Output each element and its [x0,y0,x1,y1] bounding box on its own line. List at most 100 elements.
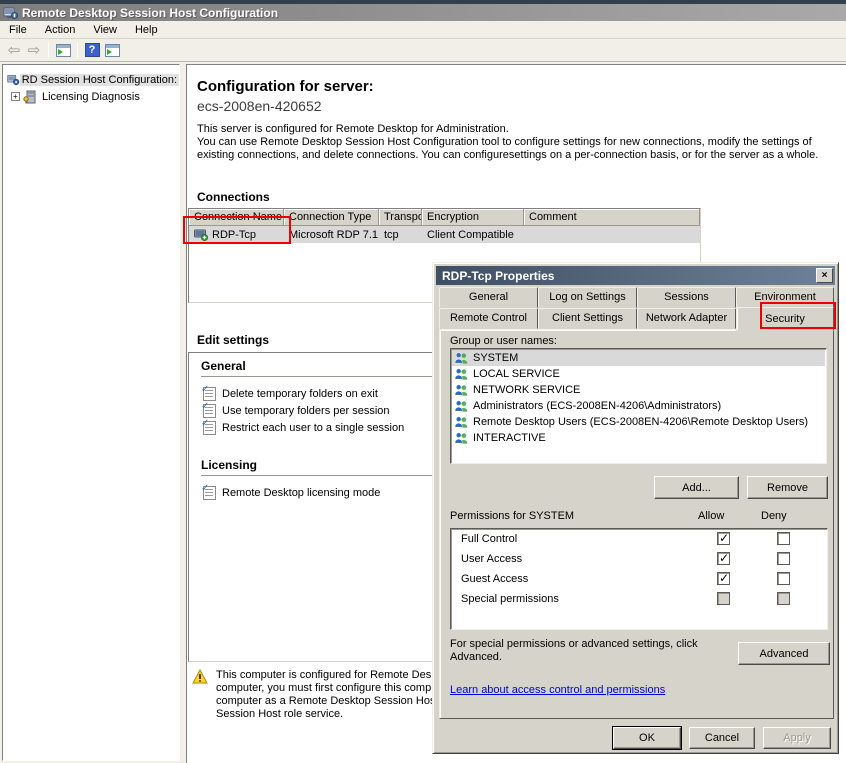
users-icon [454,399,469,413]
tab-security[interactable]: Security [736,307,834,331]
console-tree: RD Session Host Configuration: + Licensi… [2,64,180,761]
rdp-connection-icon [194,229,209,241]
warning-text: This computer is configured for Remote D… [216,669,432,721]
edit-settings-heading: Edit settings [197,333,269,347]
console-tree-icon[interactable] [53,41,73,60]
back-icon[interactable]: ⇦ [4,41,24,59]
connection-name-cell: RDP-Tcp [189,229,284,241]
learn-link[interactable]: Learn about access control and permissio… [450,684,665,696]
col-connection-name[interactable]: Connection Name [189,209,284,226]
console-root-icon [7,73,20,87]
toolbar: ⇦ ⇨ ? [0,39,846,62]
remove-button[interactable]: Remove [747,476,828,499]
tab-sessions[interactable]: Sessions [637,287,736,308]
group-names-list[interactable]: SYSTEM LOCAL SERVICE NETWORK SERVICE Adm… [450,348,827,464]
permission-row-user-access: User Access [451,549,827,569]
licensing-diagnosis-icon [23,90,37,104]
permission-row-special-permissions: Special permissions [451,589,827,609]
page-title: Configuration for server: [197,78,374,95]
group-item-remote-desktop-users[interactable]: Remote Desktop Users (ECS-2008EN-4206\Re… [452,414,825,430]
col-comment[interactable]: Comment [524,209,700,226]
menu-view[interactable]: View [84,22,126,38]
allow-checkbox-user-access[interactable] [717,552,730,565]
group-item-system[interactable]: SYSTEM [452,350,825,366]
users-icon [454,415,469,429]
group-item-local-service[interactable]: LOCAL SERVICE [452,366,825,382]
menu-file[interactable]: File [0,22,36,38]
allow-checkbox-guest-access[interactable] [717,572,730,585]
group-item-administrators[interactable]: Administrators (ECS-2008EN-4206\Administ… [452,398,825,414]
server-description: This server is configured for Remote Des… [197,123,818,162]
export-list-icon[interactable] [102,41,122,60]
users-icon [454,431,469,445]
setting-icon [203,387,216,401]
toolbar-separator [77,42,78,58]
menu-action[interactable]: Action [36,22,85,38]
deny-column-label: Deny [761,510,787,522]
col-transport[interactable]: Transport [379,209,422,226]
rdp-tcp-properties-dialog: RDP-Tcp Properties × General Log on Sett… [432,262,839,754]
tree-item-label: RD Session Host Configuration: [20,74,179,86]
users-icon [454,367,469,381]
connection-type-cell: Microsoft RDP 7.1 [284,229,379,241]
server-name: ecs-2008en-420652 [197,98,322,114]
connections-heading: Connections [197,190,270,204]
tab-network-adapter[interactable]: Network Adapter [637,308,736,329]
group-item-interactive[interactable]: INTERACTIVE [452,430,825,446]
setting-icon [203,404,216,418]
users-icon [454,383,469,397]
app-icon [3,6,18,20]
dialog-titlebar: RDP-Tcp Properties × [436,266,835,285]
group-names-label: Group or user names: [450,335,557,347]
tab-logon-settings[interactable]: Log on Settings [538,287,637,308]
dialog-title: RDP-Tcp Properties [442,269,816,283]
add-button[interactable]: Add... [654,476,739,499]
deny-checkbox-special-permissions [777,592,790,605]
allow-checkbox-special-permissions [717,592,730,605]
connections-header-row: Connection Name Connection Type Transpor… [189,209,700,226]
col-encryption[interactable]: Encryption [422,209,524,226]
menu-bar: File Action View Help [0,21,846,39]
help-icon[interactable]: ? [82,41,102,60]
deny-checkbox-full-control[interactable] [777,532,790,545]
permission-row-guest-access: Guest Access [451,569,827,589]
cancel-button[interactable]: Cancel [689,727,755,749]
deny-checkbox-guest-access[interactable] [777,572,790,585]
allow-column-label: Allow [698,510,724,522]
menu-help[interactable]: Help [126,22,167,38]
tree-item-licensing-diagnosis[interactable]: + Licensing Diagnosis [3,88,179,105]
advanced-button[interactable]: Advanced [738,642,830,665]
forward-icon[interactable]: ⇨ [24,41,44,59]
encryption-cell: Client Compatible [422,229,524,241]
users-icon [454,351,469,365]
tab-remote-control[interactable]: Remote Control [439,308,538,329]
tree-expander-icon[interactable]: + [11,92,20,101]
security-tab-panel: Group or user names: SYSTEM LOCAL SERVIC… [439,329,834,719]
permissions-list[interactable]: Full Control User Access Guest Access Sp… [450,528,828,630]
warning-note: This computer is configured for Remote D… [192,669,432,721]
close-icon[interactable]: × [816,268,833,283]
toolbar-separator [48,42,49,58]
connection-row-rdp-tcp[interactable]: RDP-Tcp Microsoft RDP 7.1 tcp Client Com… [189,226,700,243]
col-connection-type[interactable]: Connection Type [284,209,379,226]
setting-icon [203,421,216,435]
tree-item-label: Licensing Diagnosis [40,91,142,103]
tab-client-settings[interactable]: Client Settings [538,308,637,329]
setting-icon [203,486,216,500]
deny-checkbox-user-access[interactable] [777,552,790,565]
allow-checkbox-full-control[interactable] [717,532,730,545]
advanced-note: For special permissions or advanced sett… [450,638,698,664]
group-item-network-service[interactable]: NETWORK SERVICE [452,382,825,398]
permission-row-full-control: Full Control [451,529,827,549]
warning-icon [192,669,208,683]
apply-button[interactable]: Apply [763,727,831,749]
screen: Remote Desktop Session Host Configuratio… [0,0,846,763]
window-titlebar: Remote Desktop Session Host Configuratio… [0,4,846,21]
window-title: Remote Desktop Session Host Configuratio… [22,6,278,20]
transport-cell: tcp [379,229,422,241]
tree-item-rd-session-host[interactable]: RD Session Host Configuration: [3,71,179,88]
tab-general[interactable]: General [439,287,538,308]
permissions-for-label: Permissions for SYSTEM [450,510,574,522]
ok-button[interactable]: OK [613,727,681,749]
tab-environment[interactable]: Environment [736,287,834,308]
